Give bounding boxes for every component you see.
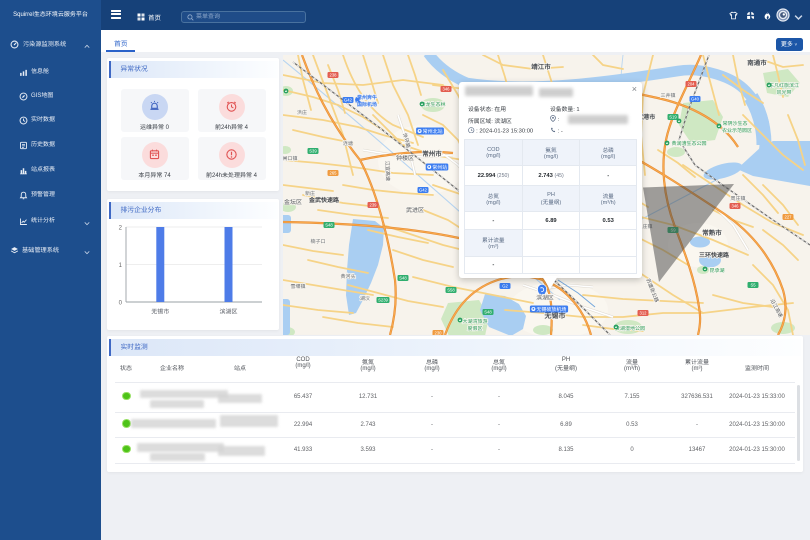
svg-text:楠子口: 楠子口 (310, 238, 325, 245)
svg-text:2: 2 (119, 226, 123, 232)
svg-text:S48: S48 (484, 310, 492, 315)
svg-text:洪庄: 洪庄 (297, 109, 307, 116)
svg-text:无锡市: 无锡市 (151, 308, 169, 316)
svg-text:农业示范园区: 农业示范园区 (722, 127, 752, 134)
svg-text:黄河头: 黄河头 (340, 273, 355, 280)
svg-text:金武快速路: 金武快速路 (308, 196, 340, 204)
svg-text:常熟市: 常熟市 (702, 229, 722, 237)
svg-text:238: 238 (330, 73, 338, 78)
svg-text:204: 204 (688, 82, 696, 87)
svg-text:无锡硕放机场: 无锡硕放机场 (536, 306, 566, 313)
svg-text:金坛区: 金坛区 (284, 198, 302, 206)
svg-text:常阴沙生态: 常阴沙生态 (722, 120, 747, 127)
svg-text:346: 346 (732, 204, 740, 209)
svg-text:S39: S39 (309, 149, 317, 154)
svg-text:G40: G40 (691, 97, 700, 102)
svg-text:265: 265 (330, 171, 338, 176)
svg-text:S5: S5 (750, 283, 756, 288)
svg-text:S19: S19 (669, 115, 677, 120)
svg-text:靖江市: 靖江市 (531, 63, 551, 71)
svg-text:武进区: 武进区 (406, 207, 424, 214)
svg-text:南通市: 南通市 (747, 59, 767, 67)
svg-text:贵湖湿地公园: 贵湖湿地公园 (615, 325, 645, 332)
svg-text:闸口镇: 闸口镇 (283, 155, 298, 162)
svg-text:钟楼区: 钟楼区 (396, 154, 414, 162)
svg-text:滨湖区: 滨湖区 (219, 308, 237, 316)
svg-text:东凡红旗滨江: 东凡红旗滨江 (769, 82, 799, 89)
svg-text:S239: S239 (378, 298, 388, 303)
svg-text:G2: G2 (502, 284, 508, 289)
svg-text:雪堰镇: 雪堰镇 (290, 283, 305, 290)
svg-text:0: 0 (119, 301, 123, 307)
svg-text:G42: G42 (344, 98, 353, 103)
svg-text:黄润漕生态公园: 黄润漕生态公园 (671, 140, 706, 147)
svg-text:大湖湾旅游: 大湖湾旅游 (462, 318, 487, 325)
svg-text:新庄: 新庄 (305, 190, 315, 197)
svg-text:1: 1 (119, 263, 123, 269)
svg-text:三环快速路: 三环快速路 (699, 251, 730, 259)
svg-text:昆承湖: 昆承湖 (709, 267, 724, 274)
svg-text:346: 346 (443, 87, 451, 92)
svg-text:度假区: 度假区 (467, 325, 482, 332)
svg-text:常州市: 常州市 (422, 150, 442, 158)
svg-text:227: 227 (785, 215, 793, 220)
svg-text:江宜高速: 江宜高速 (384, 161, 392, 181)
svg-text:常州北站: 常州北站 (423, 128, 443, 135)
svg-text:滨湖区: 滨湖区 (536, 295, 554, 302)
svg-text:风光带: 风光带 (776, 89, 791, 96)
svg-text:S58: S58 (447, 288, 455, 293)
svg-text:周庄镇: 周庄镇 (730, 195, 745, 202)
svg-text:湖㳇: 湖㳇 (360, 295, 370, 302)
svg-text:常州站: 常州站 (432, 164, 447, 171)
svg-text:S48: S48 (399, 276, 407, 281)
svg-text:239: 239 (370, 203, 378, 208)
svg-text:312: 312 (640, 311, 648, 316)
svg-text:常州奔牛: 常州奔牛 (357, 94, 377, 101)
svg-text:连塘: 连塘 (343, 140, 353, 147)
svg-text:S48: S48 (325, 223, 333, 228)
svg-text:三井镇: 三井镇 (660, 92, 675, 99)
svg-text:G42: G42 (419, 188, 428, 193)
svg-text:230: 230 (435, 331, 443, 335)
